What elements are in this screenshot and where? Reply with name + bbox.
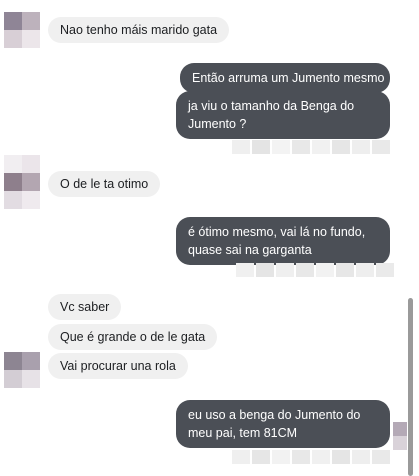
message-text: O de le ta otimo <box>60 177 149 191</box>
message-text: é ótimo mesmo, vai lá no fundo, quase sa… <box>188 225 366 257</box>
message-text: Vc saber <box>60 300 110 314</box>
message-text: Nao tenho máis marido gata <box>60 23 218 37</box>
message-text: eu uso a benga do Jumento do meu pai, te… <box>188 408 361 440</box>
message-text: ja viu o tamanho da Benga do Jumento ? <box>188 99 355 131</box>
message-incoming: O de le ta otimo <box>48 171 161 197</box>
message-outgoing: eu uso a benga do Jumento do meu pai, te… <box>176 400 390 448</box>
message-text: Vai procurar una rola <box>60 359 176 373</box>
contact-avatar-icon <box>4 352 40 388</box>
seen-receipt-icon <box>232 450 390 464</box>
seen-receipt-icon <box>232 140 390 154</box>
message-incoming: Vc saber <box>48 294 122 320</box>
message-text: Então arruma um Jumento mesmo <box>192 71 385 85</box>
message-outgoing: ja viu o tamanho da Benga do Jumento ? <box>176 91 390 139</box>
message-incoming: Vai procurar una rola <box>48 353 188 379</box>
message-text: Que é grande o de le gata <box>60 330 206 344</box>
contact-avatar-icon <box>4 191 40 209</box>
vertical-scrollbar[interactable] <box>408 298 413 476</box>
message-incoming: Que é grande o de le gata <box>48 324 218 350</box>
contact-avatar-icon <box>4 12 40 48</box>
seen-avatar-icon <box>393 422 407 450</box>
message-outgoing: Então arruma um Jumento mesmo <box>180 63 390 93</box>
message-outgoing: é ótimo mesmo, vai lá no fundo, quase sa… <box>176 217 390 265</box>
message-incoming: Nao tenho máis marido gata <box>48 17 230 43</box>
seen-receipt-icon <box>236 263 394 277</box>
contact-avatar-icon <box>4 155 40 191</box>
